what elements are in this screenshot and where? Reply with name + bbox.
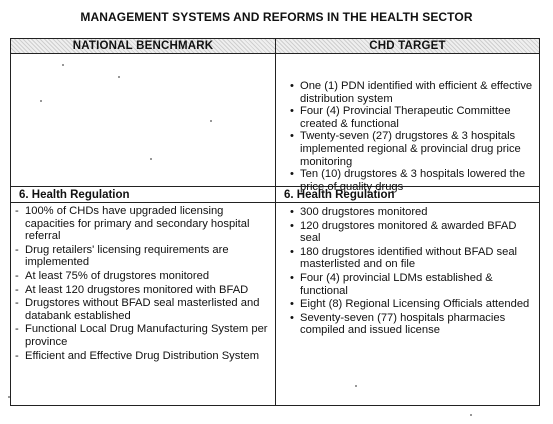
reforms-table: NATIONAL BENCHMARK 6. Health Regulation … [10, 38, 540, 406]
chd-target-regulation-list: 300 drugstores monitored 120 drugstores … [276, 206, 539, 337]
scan-speck [118, 76, 120, 78]
list-item: Eight (8) Regional Licensing Officials a… [276, 298, 535, 311]
chd-target-top-list: One (1) PDN identified with efficient & … [276, 80, 535, 193]
chd-target-column: CHD TARGET One (1) PDN identified with e… [276, 39, 539, 405]
national-benchmark-list: 100% of CHDs have upgraded licensing cap… [11, 205, 275, 362]
list-item: Twenty-seven (27) drugstores & 3 hospita… [276, 130, 535, 168]
national-benchmark-empty-cell [11, 54, 275, 187]
scan-speck [40, 100, 42, 102]
list-item: Drug retailers' licensing requirements a… [11, 244, 271, 269]
list-item: Drugstores without BFAD seal masterliste… [11, 297, 271, 322]
scan-speck [62, 64, 64, 66]
scan-speck [355, 385, 357, 387]
list-item: At least 75% of drugstores monitored [11, 270, 271, 283]
scan-speck [150, 158, 152, 160]
list-item: 120 drugstores monitored & awarded BFAD … [276, 220, 535, 245]
national-benchmark-column: NATIONAL BENCHMARK 6. Health Regulation … [11, 39, 276, 405]
list-item: Functional Local Drug Manufacturing Syst… [11, 323, 271, 348]
chd-target-header: CHD TARGET [276, 39, 539, 54]
list-item: Four (4) provincial LDMs established & f… [276, 272, 535, 297]
scan-speck [8, 396, 10, 398]
list-item: Efficient and Effective Drug Distributio… [11, 350, 271, 363]
national-benchmark-header: NATIONAL BENCHMARK [11, 39, 275, 54]
chd-target-top-cell: One (1) PDN identified with efficient & … [276, 54, 539, 193]
national-benchmark-section-label: 6. Health Regulation [11, 187, 275, 203]
list-item: Seventy-seven (77) hospitals pharmacies … [276, 312, 535, 337]
list-item: 180 drugstores identified without BFAD s… [276, 246, 535, 271]
list-item: Four (4) Provincial Therapeutic Committe… [276, 105, 535, 130]
scan-speck [470, 414, 472, 416]
list-item: 300 drugstores monitored [276, 206, 535, 219]
list-item: Ten (10) drugstores & 3 hospitals lowere… [276, 168, 535, 193]
document-title: MANAGEMENT SYSTEMS AND REFORMS IN THE HE… [80, 10, 473, 24]
list-item: 100% of CHDs have upgraded licensing cap… [11, 205, 271, 243]
list-item: At least 120 drugstores monitored with B… [11, 284, 271, 297]
scan-speck [210, 120, 212, 122]
list-item: One (1) PDN identified with efficient & … [276, 80, 535, 105]
